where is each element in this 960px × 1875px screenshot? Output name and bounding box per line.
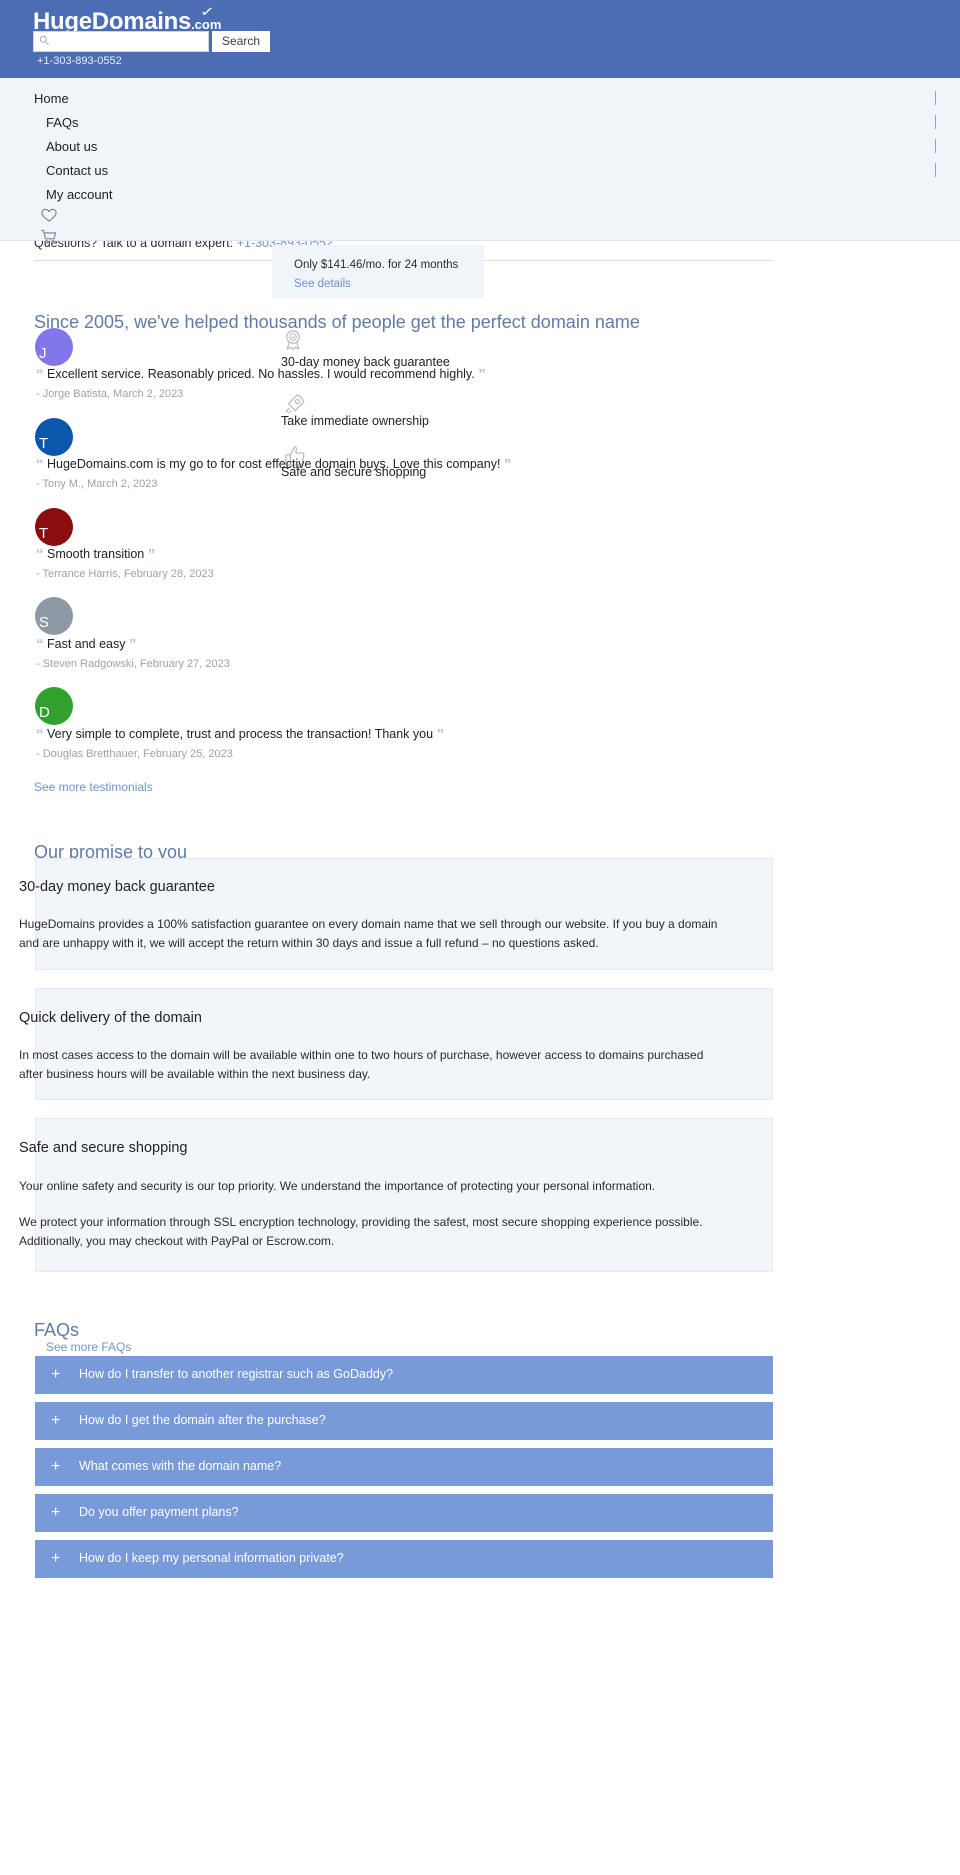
- nav-panel: Home FAQs About us Contact us My account: [0, 78, 960, 244]
- promise-card-body: HugeDomains provides a 100% satisfaction…: [19, 917, 718, 950]
- heart-icon[interactable]: [40, 206, 58, 224]
- quote-open-icon: “: [36, 366, 44, 383]
- promise-card-title: Safe and secure shopping: [19, 1140, 188, 1156]
- faq-question: How do I keep my personal information pr…: [79, 1551, 344, 1565]
- testimonial-author: - Jorge Batista, March 2, 2023: [36, 388, 184, 400]
- site-header: HugeDomains.com ✓ Search +1-303-893-0552: [0, 0, 960, 78]
- avatar: T: [35, 508, 73, 546]
- avatar: S: [35, 597, 73, 635]
- promise-card-body: Your online safety and security is our t…: [19, 1179, 656, 1193]
- cart-icon[interactable]: [40, 228, 58, 246]
- testimonial-author: - Douglas Bretthauer, February 25, 2023: [36, 748, 233, 760]
- nav-item-contact-us[interactable]: Contact us: [46, 163, 108, 178]
- feature-label: Safe and secure shopping: [281, 465, 427, 479]
- testimonial-quote-text: HugeDomains.com is my go to for cost eff…: [46, 457, 501, 471]
- avatar-initial: J: [39, 345, 47, 362]
- testimonials-heading: Since 2005, we've helped thousands of pe…: [34, 311, 640, 332]
- testimonial-author: - Tony M., March 2, 2023: [36, 478, 158, 490]
- quote-open-icon: “: [36, 726, 44, 743]
- promise-card-title: Quick delivery of the domain: [19, 1010, 202, 1026]
- plus-icon: +: [51, 1458, 61, 1475]
- see-details-link[interactable]: See details: [294, 278, 351, 290]
- faq-accordion-item[interactable]: + How do I transfer to another registrar…: [35, 1356, 773, 1394]
- promise-card-body: We protect your information through SSL …: [19, 1215, 703, 1248]
- quote-open-icon: “: [36, 546, 44, 563]
- nav-divider-tick-2: [935, 115, 936, 129]
- see-more-testimonials-link[interactable]: See more testimonials: [34, 780, 153, 794]
- price-text: Only $141.46/mo. for 24 months: [294, 259, 459, 271]
- avatar: T: [35, 418, 73, 456]
- plus-icon: +: [51, 1366, 61, 1383]
- see-more-faqs-link[interactable]: See more FAQs: [46, 1340, 131, 1354]
- feature-label: Take immediate ownership: [281, 414, 429, 428]
- avatar: J: [35, 328, 73, 366]
- nav-item-home[interactable]: Home: [34, 91, 69, 106]
- promise-card-title: 30-day money back guarantee: [19, 879, 215, 895]
- testimonial-quote: “ Smooth transition ”: [36, 546, 155, 563]
- promise-card: [35, 988, 773, 1100]
- plus-icon: +: [51, 1504, 61, 1521]
- testimonial-quote-text: Excellent service. Reasonably priced. No…: [46, 367, 475, 381]
- faq-accordion-item[interactable]: + Do you offer payment plans?: [35, 1494, 773, 1532]
- testimonial-author: - Terrance Harris, February 28, 2023: [36, 568, 214, 580]
- logo-check-icon: ✓: [199, 4, 215, 19]
- rocket-icon: [285, 394, 305, 414]
- faq-heading: FAQs: [34, 1319, 80, 1340]
- avatar-initial: T: [39, 525, 49, 542]
- nav-divider-tick-1: [935, 91, 936, 105]
- quote-close-icon: ”: [478, 366, 486, 383]
- nav-divider-tick-3: [935, 139, 936, 153]
- testimonial-quote-text: Smooth transition: [46, 547, 145, 561]
- badge-ribbon-icon: [286, 330, 300, 351]
- nav-item-faqs[interactable]: FAQs: [46, 115, 79, 130]
- quote-open-icon: “: [36, 456, 44, 473]
- testimonial-author: - Steven Radgowski, February 27, 2023: [36, 658, 230, 670]
- faq-question: Do you offer payment plans?: [79, 1505, 239, 1519]
- avatar-initial: D: [39, 704, 50, 721]
- search-button[interactable]: Search: [212, 31, 270, 52]
- testimonial-quote-text: Very simple to complete, trust and proce…: [46, 727, 434, 741]
- nav-divider-tick-4: [935, 163, 936, 177]
- quote-close-icon: ”: [503, 456, 512, 473]
- search-input[interactable]: [33, 31, 209, 52]
- price-tooltip: Only $141.46/mo. for 24 months See detai…: [272, 245, 484, 298]
- faq-accordion-item[interactable]: + How do I keep my personal information …: [35, 1540, 773, 1578]
- plus-icon: +: [51, 1412, 61, 1429]
- feature-label: 30-day money back guarantee: [281, 355, 450, 369]
- plus-icon: +: [51, 1550, 61, 1567]
- quote-close-icon: ”: [436, 726, 445, 743]
- avatar: D: [35, 687, 73, 725]
- testimonial-quote: “ Fast and easy ”: [36, 636, 136, 653]
- testimonial-quote: “ Very simple to complete, trust and pro…: [36, 726, 444, 743]
- avatar-initial: T: [39, 435, 49, 452]
- faq-question: What comes with the domain name?: [79, 1459, 282, 1473]
- quote-close-icon: ”: [147, 546, 156, 563]
- nav-item-about-us[interactable]: About us: [46, 139, 97, 154]
- avatar-initial: S: [39, 614, 50, 631]
- quote-close-icon: ”: [128, 636, 137, 653]
- quote-open-icon: “: [36, 636, 44, 653]
- header-phone[interactable]: +1-303-893-0552: [37, 55, 122, 67]
- promise-card-body: In most cases access to the domain will …: [19, 1048, 704, 1081]
- faq-question: How do I get the domain after the purcha…: [79, 1413, 326, 1427]
- header-search: Search: [33, 31, 270, 52]
- faq-accordion-item[interactable]: + What comes with the domain name?: [35, 1448, 773, 1486]
- nav-item-my-account[interactable]: My account: [46, 187, 112, 202]
- faq-question: How do I transfer to another registrar s…: [79, 1367, 394, 1381]
- testimonial-quote: “ HugeDomains.com is my go to for cost e…: [36, 456, 511, 473]
- testimonial-quote-text: Fast and easy: [46, 637, 126, 651]
- promise-card: [35, 858, 773, 970]
- faq-accordion-item[interactable]: + How do I get the domain after the purc…: [35, 1402, 773, 1440]
